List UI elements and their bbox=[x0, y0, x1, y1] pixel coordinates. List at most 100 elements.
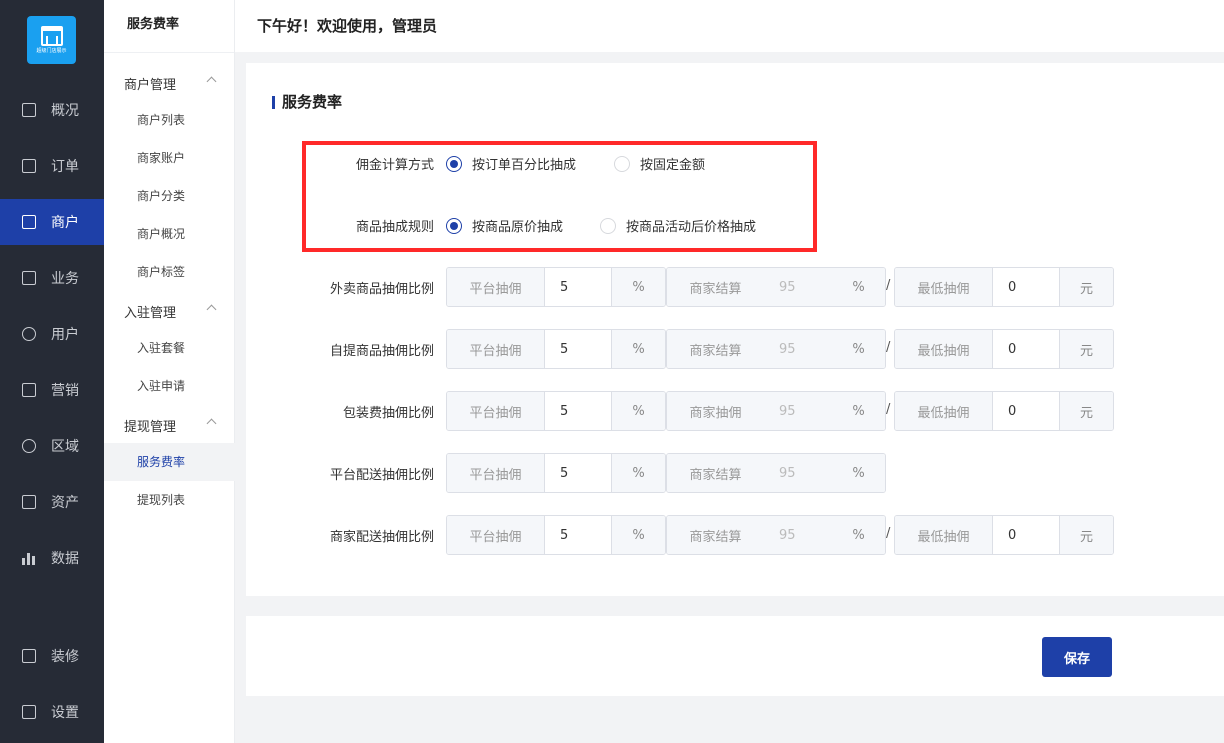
phone-settings-icon bbox=[22, 705, 36, 719]
group-onboarding-management[interactable]: 入驻管理 bbox=[104, 299, 235, 323]
platform-commission-group: 平台抽佣 5 % bbox=[446, 453, 666, 493]
nav-marketing[interactable]: 营销 bbox=[0, 367, 104, 413]
min-commission-input[interactable]: 0 bbox=[992, 330, 1060, 368]
sub-item-merchant-accounts[interactable]: 商家账户 bbox=[104, 139, 235, 177]
rate-row-label: 平台配送抽佣比例 bbox=[329, 468, 434, 483]
sub-item-merchant-overview[interactable]: 商户概况 bbox=[104, 215, 235, 253]
app-logo[interactable]: 超级门店展示 bbox=[27, 16, 76, 64]
nav-label: 商户 bbox=[51, 215, 79, 231]
percent-suffix: % bbox=[832, 392, 885, 430]
merchant-settlement-group: 商家结算 95 % bbox=[666, 267, 886, 307]
merchant-settlement-input: 95 bbox=[764, 268, 832, 306]
database-icon bbox=[22, 439, 36, 453]
radio-label: 按订单百分比抽成 bbox=[472, 158, 577, 173]
platform-prefix: 平台抽佣 bbox=[447, 330, 544, 368]
yuan-suffix: 元 bbox=[1060, 330, 1113, 368]
min-commission-group: 最低抽佣 0 元 bbox=[894, 391, 1114, 431]
sub-item-merchant-categories[interactable]: 商户分类 bbox=[104, 177, 235, 215]
nav-orders[interactable]: 订单 bbox=[0, 143, 104, 189]
platform-prefix: 平台抽佣 bbox=[447, 268, 544, 306]
min-commission-group: 最低抽佣 0 元 bbox=[894, 329, 1114, 369]
separator: / bbox=[886, 278, 891, 293]
nav-label: 数据 bbox=[51, 551, 79, 567]
rate-row-label: 外卖商品抽佣比例 bbox=[329, 282, 434, 297]
merchant-settlement-group: 商家结算 95 % bbox=[666, 329, 886, 369]
group-merchant-management[interactable]: 商户管理 bbox=[104, 71, 235, 95]
min-commission-group: 最低抽佣 0 元 bbox=[894, 515, 1114, 555]
nav-label: 营销 bbox=[51, 383, 79, 399]
platform-commission-input[interactable]: 5 bbox=[544, 392, 612, 430]
nav-region[interactable]: 区域 bbox=[0, 423, 104, 469]
percent-suffix: % bbox=[612, 454, 665, 492]
save-button[interactable]: 保存 bbox=[1042, 637, 1112, 677]
sub-item-merchant-list[interactable]: 商户列表 bbox=[104, 101, 235, 139]
nav-business[interactable]: 业务 bbox=[0, 255, 104, 301]
sub-item-onboarding-applications[interactable]: 入驻申请 bbox=[104, 367, 235, 405]
platform-prefix: 平台抽佣 bbox=[447, 392, 544, 430]
min-prefix: 最低抽佣 bbox=[895, 392, 992, 430]
platform-commission-input[interactable]: 5 bbox=[544, 268, 612, 306]
yuan-suffix: 元 bbox=[1060, 268, 1113, 306]
radio-label: 按商品原价抽成 bbox=[472, 220, 564, 235]
commission-rule-label: 商品抽成规则 bbox=[355, 220, 434, 235]
radio-fixed-amount[interactable]: 按固定金额 bbox=[614, 154, 705, 173]
min-prefix: 最低抽佣 bbox=[895, 330, 992, 368]
rate-row-label: 商家配送抽佣比例 bbox=[329, 530, 434, 545]
group-label: 商户管理 bbox=[124, 77, 177, 93]
merchant-prefix: 商家结算 bbox=[667, 454, 764, 492]
nav-settings[interactable]: 设置 bbox=[0, 689, 104, 735]
footer-bar: 保存 bbox=[246, 616, 1224, 696]
section-title: 服务费率 bbox=[272, 93, 342, 111]
sub-sidebar-title: 服务费率 bbox=[104, 0, 234, 53]
platform-commission-group: 平台抽佣 5 % bbox=[446, 391, 666, 431]
separator: / bbox=[886, 402, 891, 417]
sub-item-onboarding-packages[interactable]: 入驻套餐 bbox=[104, 329, 235, 367]
percent-suffix: % bbox=[612, 516, 665, 554]
sub-item-withdrawal-list[interactable]: 提现列表 bbox=[104, 481, 235, 519]
user-icon bbox=[22, 327, 36, 341]
percent-suffix: % bbox=[832, 516, 885, 554]
rate-row-label: 自提商品抽佣比例 bbox=[329, 344, 434, 359]
platform-prefix: 平台抽佣 bbox=[447, 516, 544, 554]
nav-data[interactable]: 数据 bbox=[0, 535, 104, 581]
radio-promo-price[interactable]: 按商品活动后价格抽成 bbox=[600, 216, 756, 235]
bag-icon bbox=[22, 649, 36, 663]
merchant-settlement-group: 商家结算 95 % bbox=[666, 453, 886, 493]
radio-percentage[interactable]: 按订单百分比抽成 bbox=[446, 154, 576, 173]
nav-label: 装修 bbox=[51, 649, 79, 665]
merchant-prefix: 商家结算 bbox=[667, 330, 764, 368]
percent-suffix: % bbox=[832, 268, 885, 306]
briefcase-icon bbox=[22, 271, 36, 285]
nav-merchants[interactable]: 商户 bbox=[0, 199, 104, 245]
merchant-prefix: 商家抽佣 bbox=[667, 392, 764, 430]
platform-commission-group: 平台抽佣 5 % bbox=[446, 267, 666, 307]
nav-overview[interactable]: 概况 bbox=[0, 87, 104, 133]
merchant-commission-input: 95 bbox=[764, 392, 832, 430]
nav-assets[interactable]: 资产 bbox=[0, 479, 104, 525]
min-commission-input[interactable]: 0 bbox=[992, 392, 1060, 430]
nav-users[interactable]: 用户 bbox=[0, 311, 104, 357]
radio-label: 按商品活动后价格抽成 bbox=[626, 220, 757, 235]
commission-method-label: 佣金计算方式 bbox=[355, 158, 434, 173]
platform-commission-input[interactable]: 5 bbox=[544, 516, 612, 554]
min-commission-group: 最低抽佣 0 元 bbox=[894, 267, 1114, 307]
nav-label: 设置 bbox=[51, 705, 79, 721]
min-commission-input[interactable]: 0 bbox=[992, 516, 1060, 554]
sub-item-service-rate[interactable]: 服务费率 bbox=[104, 443, 235, 481]
chart-board-icon bbox=[22, 103, 36, 117]
storefront-icon bbox=[40, 26, 63, 46]
group-withdrawal-management[interactable]: 提现管理 bbox=[104, 413, 235, 437]
platform-commission-input[interactable]: 5 bbox=[544, 330, 612, 368]
greeting-text: 下午好！欢迎使用，管理员 bbox=[257, 17, 438, 35]
nav-label: 订单 bbox=[51, 159, 79, 175]
min-commission-input[interactable]: 0 bbox=[992, 268, 1060, 306]
settings-card: 服务费率 佣金计算方式 按订单百分比抽成 按固定金额 商品抽成规则 按商品原价抽… bbox=[246, 63, 1224, 596]
rate-row-label: 包装费抽佣比例 bbox=[342, 406, 434, 421]
radio-original-price[interactable]: 按商品原价抽成 bbox=[446, 216, 563, 235]
chevron-up-icon bbox=[206, 76, 217, 87]
nav-label: 概况 bbox=[51, 103, 79, 119]
sub-item-merchant-tags[interactable]: 商户标签 bbox=[104, 253, 235, 291]
nav-decoration[interactable]: 装修 bbox=[0, 633, 104, 679]
bar-chart-icon bbox=[22, 551, 36, 565]
platform-commission-input[interactable]: 5 bbox=[544, 454, 612, 492]
